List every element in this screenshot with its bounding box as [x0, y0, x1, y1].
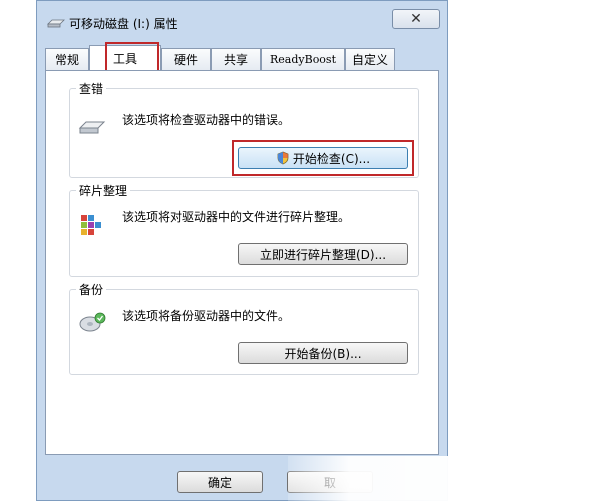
drive-icon	[47, 19, 65, 28]
properties-dialog: 可移动磁盘 (I:) 属性 ✕ 常规 工具 硬件 共享 ReadyBoost 自…	[36, 0, 448, 501]
title-bar: 可移动磁盘 (I:) 属性 ✕	[37, 1, 447, 41]
backup-group: 备份 该选项将备份驱动器中的文件。 开始备份(B)...	[69, 281, 419, 375]
error-check-group: 查错 该选项将检查驱动器中的错误。 开始检查(C)...	[69, 80, 419, 178]
tab-sharing[interactable]: 共享	[211, 48, 261, 70]
tools-panel: 查错 该选项将检查驱动器中的错误。 开始检查(C)... 碎片整理 该选项将对驱…	[45, 70, 439, 455]
start-backup-button[interactable]: 开始备份(B)...	[238, 342, 408, 364]
defrag-icon	[81, 215, 101, 235]
tab-hardware[interactable]: 硬件	[161, 48, 211, 70]
start-check-highlight	[232, 140, 414, 176]
error-check-description: 该选项将检查驱动器中的错误。	[122, 113, 291, 127]
window-title: 可移动磁盘 (I:) 属性	[69, 17, 178, 31]
tab-customize[interactable]: 自定义	[345, 48, 395, 70]
backup-title: 备份	[76, 281, 107, 298]
backup-icon	[79, 312, 106, 332]
defrag-description: 该选项将对驱动器中的文件进行碎片整理。	[122, 210, 351, 224]
tab-readyboost[interactable]: ReadyBoost	[261, 48, 345, 70]
close-button[interactable]: ✕	[392, 9, 440, 29]
backup-description: 该选项将备份驱动器中的文件。	[122, 309, 291, 323]
drive-icon	[78, 121, 106, 134]
ok-button[interactable]: 确定	[177, 471, 263, 493]
tab-general[interactable]: 常规	[45, 48, 89, 70]
defrag-title: 碎片整理	[76, 182, 131, 199]
error-check-title: 查错	[76, 80, 107, 97]
defrag-now-button[interactable]: 立即进行碎片整理(D)...	[238, 243, 408, 265]
close-icon: ✕	[410, 11, 422, 27]
defrag-group: 碎片整理 该选项将对驱动器中的文件进行碎片整理。 立即进行碎片整理(D)...	[69, 182, 419, 277]
blur-overlay	[288, 456, 594, 501]
